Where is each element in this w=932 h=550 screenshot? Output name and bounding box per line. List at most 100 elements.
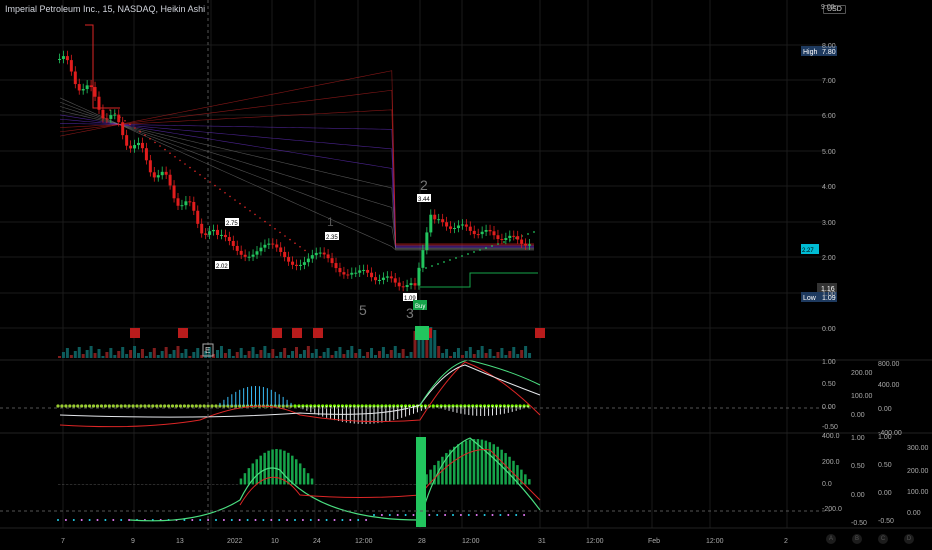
candle-body bbox=[484, 230, 488, 232]
candle-body bbox=[164, 171, 168, 175]
osc2-bar bbox=[362, 484, 365, 485]
volume-bar bbox=[81, 354, 85, 358]
svg-text:2.27: 2.27 bbox=[802, 248, 814, 254]
volume-bar bbox=[156, 355, 160, 358]
candle-body bbox=[188, 201, 192, 203]
volume-bar bbox=[484, 353, 488, 358]
osc2-bar bbox=[125, 484, 128, 485]
stop-dot bbox=[274, 228, 276, 230]
trail-dot bbox=[473, 251, 475, 253]
osc2-bar bbox=[456, 444, 460, 485]
osc2-dot bbox=[104, 519, 107, 521]
osc2-axis-label-c: -0.50 bbox=[878, 518, 894, 525]
volume-bar bbox=[133, 346, 137, 358]
osc1-axis-label-c: 200.00 bbox=[851, 370, 873, 377]
candle-body bbox=[421, 250, 425, 268]
osc2-bar bbox=[492, 444, 495, 485]
osc2-bar bbox=[393, 484, 397, 485]
stop-dot bbox=[174, 156, 176, 158]
trail-dot bbox=[455, 257, 457, 259]
volume-bar bbox=[433, 330, 437, 358]
svg-text:Buy: Buy bbox=[415, 304, 425, 310]
osc2-dot bbox=[57, 519, 59, 521]
squeeze-dot bbox=[210, 404, 214, 408]
osc2-dot bbox=[294, 519, 296, 521]
price-axis-top-label: 9.00 bbox=[821, 4, 835, 11]
candle-body bbox=[172, 185, 176, 199]
osc2-bar bbox=[472, 439, 476, 485]
osc2-bar bbox=[338, 484, 341, 485]
osc2-dot bbox=[436, 514, 439, 516]
pane-button-a[interactable]: A bbox=[826, 534, 836, 544]
osc2-bar bbox=[156, 484, 160, 485]
candle-body bbox=[85, 85, 89, 90]
osc2-dot bbox=[270, 519, 273, 521]
candle-body bbox=[140, 142, 144, 149]
time-axis-label: 28 bbox=[418, 538, 426, 545]
stop-dot bbox=[294, 242, 296, 244]
candle-body bbox=[508, 235, 512, 239]
ma-line bbox=[59, 89, 534, 245]
candle-body bbox=[160, 171, 164, 176]
squeeze-dot bbox=[119, 404, 123, 408]
volume-bar bbox=[275, 356, 279, 358]
osc2-axis-label-d: 0.00 bbox=[907, 510, 921, 517]
squeeze-dot bbox=[135, 404, 139, 408]
osc2-bar bbox=[227, 484, 231, 485]
pane-button-d[interactable]: D bbox=[904, 534, 914, 544]
candle-body bbox=[176, 198, 180, 206]
osc2-dot bbox=[523, 514, 526, 516]
osc2-dot bbox=[278, 519, 281, 521]
volume-bar bbox=[109, 348, 113, 358]
osc2-bar bbox=[188, 484, 191, 485]
trail-dot bbox=[437, 263, 439, 265]
candle-body bbox=[184, 201, 188, 206]
osc2-bar bbox=[140, 484, 144, 485]
volume-bar bbox=[192, 352, 196, 358]
osc2-dot bbox=[215, 519, 217, 521]
stop-dot bbox=[304, 249, 306, 252]
osc2-dot bbox=[459, 514, 462, 516]
signal-marker bbox=[415, 326, 429, 340]
osc2-dot bbox=[207, 519, 210, 521]
osc2-dot bbox=[254, 519, 257, 521]
stop-dot bbox=[219, 188, 221, 190]
osc2-dot bbox=[246, 519, 249, 521]
osc2-dot bbox=[317, 519, 320, 521]
squeeze-dot bbox=[131, 404, 135, 408]
pane-button-c[interactable]: C bbox=[878, 534, 888, 544]
volume-bar bbox=[370, 348, 374, 358]
squeeze-dot bbox=[56, 404, 60, 408]
volume-bar bbox=[77, 347, 81, 358]
candle-body bbox=[306, 258, 310, 263]
volume-bar bbox=[291, 351, 295, 358]
volume-bar bbox=[393, 346, 397, 358]
osc2-bar bbox=[212, 484, 215, 485]
stop-dot bbox=[209, 181, 211, 183]
trail-dot bbox=[491, 245, 493, 247]
osc2-bar bbox=[496, 446, 499, 485]
squeeze-dot bbox=[88, 404, 92, 408]
osc2-bar bbox=[401, 484, 405, 485]
squeeze-dot bbox=[139, 404, 143, 408]
candle-body bbox=[496, 235, 500, 240]
volume-bar bbox=[528, 353, 532, 358]
pane-button-b[interactable]: B bbox=[852, 534, 862, 544]
volume-bar bbox=[239, 348, 243, 358]
chart-canvas[interactable]: 2 1 5 3 2.75 2.02 2.35 3.44 1.09 Buy E H… bbox=[0, 0, 932, 550]
svg-text:E: E bbox=[205, 346, 210, 355]
candle-body bbox=[58, 58, 61, 60]
candle-body bbox=[204, 233, 208, 235]
osc2-dot bbox=[230, 519, 233, 521]
candle-body bbox=[350, 272, 354, 275]
svg-text:Low: Low bbox=[803, 295, 817, 302]
candle-body bbox=[255, 251, 259, 255]
osc2-bar bbox=[85, 484, 89, 485]
candle-body bbox=[287, 257, 291, 262]
ma-line bbox=[59, 110, 534, 249]
trail-dot bbox=[449, 259, 451, 261]
volume-bar bbox=[445, 349, 449, 358]
volume-bar bbox=[306, 346, 310, 358]
osc1-axis-label-c: 0.00 bbox=[851, 412, 865, 419]
candle-body bbox=[295, 264, 298, 266]
